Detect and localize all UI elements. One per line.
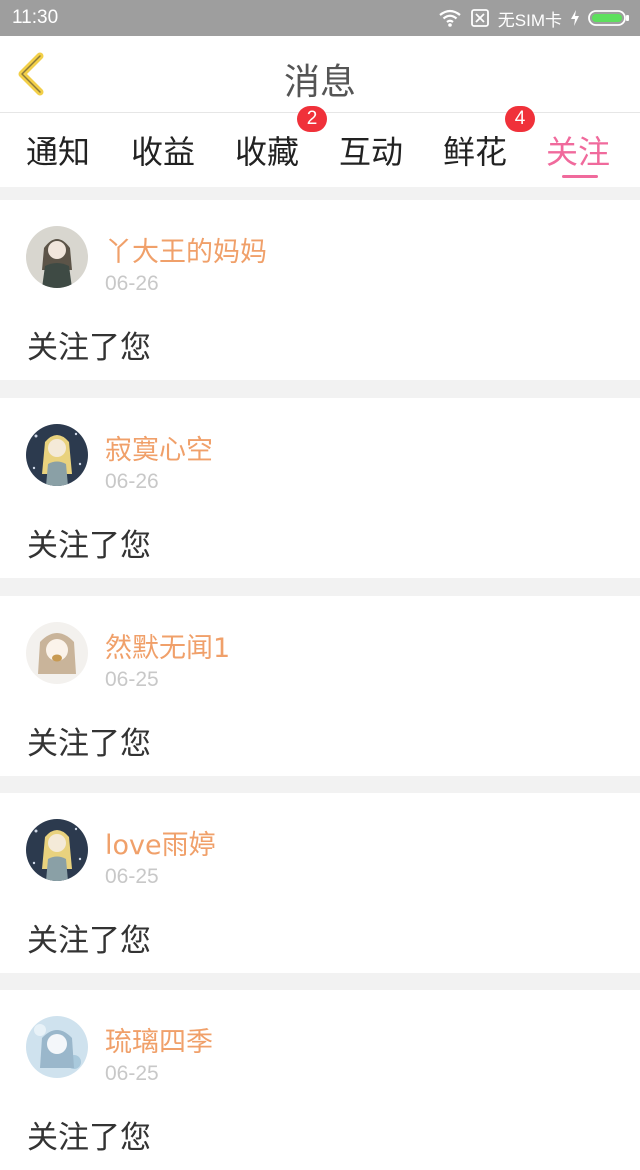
message-card[interactable]: 琉璃四季 06-25 关注了您 bbox=[0, 990, 640, 1170]
flowers-badge: 4 bbox=[505, 106, 535, 132]
user-name[interactable]: 琉璃四季 bbox=[105, 1020, 213, 1059]
active-tab-indicator bbox=[562, 175, 598, 178]
tab-flowers[interactable]: 鲜花 bbox=[443, 127, 507, 173]
message-date: 06-25 bbox=[105, 1062, 159, 1085]
message-date: 06-25 bbox=[105, 865, 159, 888]
message-date: 06-26 bbox=[105, 470, 159, 493]
status-icons: 无SIM卡 bbox=[438, 6, 630, 30]
tab-interactions[interactable]: 互动 bbox=[339, 127, 403, 173]
page-title: 消息 bbox=[283, 62, 356, 103]
avatar[interactable] bbox=[26, 1016, 88, 1078]
status-time: 11:30 bbox=[12, 7, 59, 28]
no-sim-icon bbox=[470, 9, 489, 27]
message-date: 06-26 bbox=[105, 272, 159, 295]
avatar[interactable] bbox=[26, 226, 88, 288]
message-text: 关注了您 bbox=[27, 528, 151, 564]
message-text: 关注了您 bbox=[27, 1120, 151, 1156]
avatar[interactable] bbox=[26, 424, 88, 486]
message-card[interactable]: 丫大王的妈妈 06-26 关注了您 bbox=[0, 200, 640, 380]
favorites-badge: 2 bbox=[297, 106, 327, 132]
message-text: 关注了您 bbox=[27, 330, 151, 366]
avatar[interactable] bbox=[26, 622, 88, 684]
user-name[interactable]: love雨婷 bbox=[105, 823, 216, 862]
header-bar: 消息 bbox=[0, 36, 640, 113]
charging-icon bbox=[571, 10, 579, 26]
tab-favorites[interactable]: 收藏 bbox=[235, 127, 299, 173]
user-name[interactable]: 丫大王的妈妈 bbox=[105, 230, 267, 269]
user-name[interactable]: 寂寞心空 bbox=[105, 428, 213, 467]
wifi-icon bbox=[439, 9, 461, 27]
battery-icon bbox=[588, 10, 629, 26]
message-date: 06-25 bbox=[105, 668, 159, 691]
message-card[interactable]: 寂寞心空 06-26 关注了您 bbox=[0, 398, 640, 578]
tab-follows[interactable]: 关注 bbox=[546, 127, 610, 173]
message-card[interactable]: 然默无闻1 06-25 关注了您 bbox=[0, 596, 640, 776]
message-text: 关注了您 bbox=[27, 923, 151, 959]
avatar[interactable] bbox=[26, 819, 88, 881]
status-bar: 11:30 无SIM卡 bbox=[0, 0, 640, 36]
message-card[interactable]: love雨婷 06-25 关注了您 bbox=[0, 793, 640, 973]
tab-notifications[interactable]: 通知 bbox=[26, 127, 90, 173]
tab-bar: 通知 收益 收藏 2 互动 鲜花 4 关注 bbox=[0, 106, 640, 187]
user-name[interactable]: 然默无闻1 bbox=[105, 626, 230, 665]
tab-earnings[interactable]: 收益 bbox=[131, 127, 195, 173]
message-text: 关注了您 bbox=[27, 726, 151, 762]
carrier-text: 无SIM卡 bbox=[497, 10, 562, 30]
